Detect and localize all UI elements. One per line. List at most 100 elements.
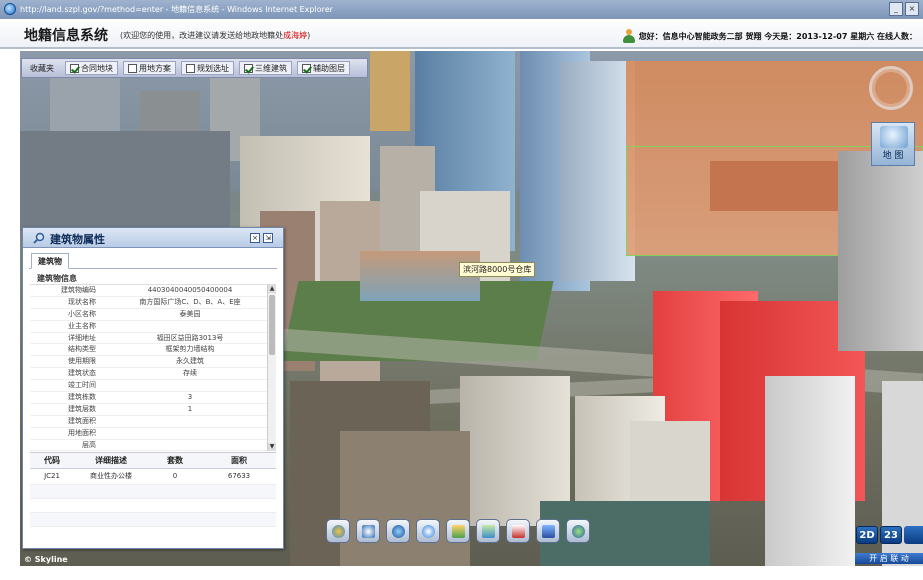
attribute-row[interactable]: 现状名称 南方国际广场C、D、B、A、E座 xyxy=(30,297,276,309)
attribute-key: 建筑状态 xyxy=(68,369,96,378)
tab-building[interactable]: 建筑物 xyxy=(31,253,69,269)
grid-header: 代码 详细描述 套数 面积 xyxy=(30,453,276,469)
attribute-key: 层高 xyxy=(82,440,96,449)
attribute-row[interactable]: 建筑物编码 4403040040050400004 xyxy=(30,285,276,297)
checkbox-unchecked-icon[interactable] xyxy=(186,63,195,73)
table-row xyxy=(30,513,276,527)
attribute-value: 南方国际广场C、D、B、A、E座 xyxy=(139,297,241,306)
map-feature-label[interactable]: 滨河路8000号仓库 xyxy=(459,262,536,277)
measure-icon xyxy=(392,525,405,538)
table-row[interactable]: JC21 商业性办公楼 0 67633 xyxy=(30,469,276,485)
panel-header[interactable]: 建筑物属性 × ⇲ xyxy=(23,228,283,248)
attribute-row[interactable]: 结构类型 框架剪力墙结构 xyxy=(30,344,276,357)
window-icon xyxy=(542,525,555,538)
attribute-row[interactable]: 详细地址 福田区益田路3013号 xyxy=(30,333,276,345)
attribute-scrollbar[interactable]: ▲ ▼ xyxy=(267,285,276,451)
basemap-button[interactable]: 地 图 xyxy=(871,122,915,166)
layer-label: 三维建筑 xyxy=(255,63,287,73)
panel-close-button[interactable]: × xyxy=(250,233,260,243)
layer-toggle-contract-parcels[interactable]: 合同地块 xyxy=(65,61,118,75)
2d-3d-view-button[interactable]: 23 xyxy=(880,526,902,544)
attribute-key: 竣工时间 xyxy=(68,381,96,390)
attribute-value: 福田区益田路3013号 xyxy=(156,333,224,342)
skyline-watermark: © Skyline xyxy=(24,555,68,564)
ie-logo-icon xyxy=(4,3,16,15)
panel-collapse-button[interactable]: ⇲ xyxy=(263,233,273,243)
tool-button[interactable] xyxy=(416,519,440,543)
attribute-row[interactable]: 层高 xyxy=(30,440,276,452)
layer-toggle-3d-buildings[interactable]: 三维建筑 xyxy=(239,61,292,75)
table-row xyxy=(30,485,276,499)
grid-col-area[interactable]: 面积 xyxy=(202,453,276,468)
checkbox-checked-icon[interactable] xyxy=(244,63,253,73)
cell-area: 67633 xyxy=(227,472,251,480)
scroll-up-icon[interactable]: ▲ xyxy=(268,285,276,293)
map-icon xyxy=(482,525,495,538)
tool-button[interactable] xyxy=(566,519,590,543)
grid-col-code[interactable]: 代码 xyxy=(30,453,74,468)
feedback-notice: (欢迎您的使用，改进建议请发送给地政地籍处成海婷) xyxy=(120,30,310,41)
layer-toggle-auxiliary[interactable]: 辅助图层 xyxy=(297,61,350,75)
checkbox-unchecked-icon[interactable] xyxy=(128,63,137,73)
app-header: 地籍信息系统 (欢迎您的使用，改进建议请发送给地政地籍处成海婷) 您好：信息中心… xyxy=(0,19,923,49)
attribute-key: 小区名称 xyxy=(68,309,96,318)
attribute-value xyxy=(104,416,276,427)
2d-view-button[interactable]: 2D xyxy=(856,526,878,544)
attribute-row[interactable]: 竣工时间 xyxy=(30,380,276,393)
globe-icon xyxy=(332,525,345,538)
tool-button[interactable] xyxy=(476,519,500,543)
checkbox-checked-icon[interactable] xyxy=(302,63,311,73)
usage-grid: 代码 详细描述 套数 面积 JC21 商业性办公楼 0 67633 xyxy=(30,452,276,527)
cell-desc: 商业性办公楼 xyxy=(90,472,132,480)
basemap-label: 地 图 xyxy=(882,151,904,161)
tool-button[interactable] xyxy=(446,519,470,543)
enable-link-button[interactable]: 开 启 联 动 xyxy=(855,553,923,564)
compass-navigation-icon[interactable] xyxy=(869,66,913,110)
feedback-contact-link[interactable]: 成海婷 xyxy=(283,31,307,40)
attribute-row[interactable]: 建筑面积 xyxy=(30,416,276,428)
tool-button[interactable] xyxy=(326,519,350,543)
3d-view-button[interactable] xyxy=(904,526,923,544)
window-title: http://land.szpl.gov/?method=enter - 地籍信… xyxy=(20,5,333,14)
user-icon xyxy=(622,29,636,43)
building xyxy=(838,151,923,351)
favorites-button[interactable]: 收藏夹 xyxy=(26,61,60,75)
attribute-row[interactable]: 业主名称 xyxy=(30,321,276,333)
tool-button[interactable] xyxy=(386,519,410,543)
table-row xyxy=(30,499,276,513)
layer-toggle-planning-site[interactable]: 规划选址 xyxy=(181,61,234,75)
grid-col-desc[interactable]: 详细描述 xyxy=(74,453,148,468)
notice-prefix: (欢迎您的使用，改进建议请发送给地政地籍处 xyxy=(120,31,284,40)
attribute-row[interactable]: 使用期限 永久建筑 xyxy=(30,356,276,369)
scroll-thumb[interactable] xyxy=(269,295,275,355)
layer-toggle-land-use-plan[interactable]: 用地方案 xyxy=(123,61,176,75)
layer-label: 合同地块 xyxy=(81,63,113,73)
layer-label: 辅助图层 xyxy=(313,63,345,73)
building xyxy=(370,51,410,131)
layer-toolbar: 收藏夹 合同地块 用地方案 规划选址 三维建筑 辅助图层 xyxy=(21,58,368,78)
tool-button[interactable] xyxy=(506,519,530,543)
minimize-button[interactable]: _ xyxy=(889,2,903,16)
attribute-value: 4403040040050400004 xyxy=(147,286,233,294)
attribute-row[interactable]: 小区名称 泰美园 xyxy=(30,309,276,321)
attribute-key: 建筑栋数 xyxy=(68,393,96,402)
attribute-value: 框架剪力墙结构 xyxy=(165,345,215,354)
attribute-key: 建筑层数 xyxy=(68,404,96,413)
attribute-table: 建筑物编码 4403040040050400004 现状名称 南方国际广场C、D、B、… xyxy=(30,284,276,452)
attribute-row[interactable]: 建筑层数 1 xyxy=(30,404,276,416)
notice-suffix: ) xyxy=(307,31,311,40)
attribute-row[interactable]: 建筑状态 存续 xyxy=(30,368,276,381)
checkbox-checked-icon[interactable] xyxy=(70,63,79,73)
close-button[interactable]: × xyxy=(905,2,919,16)
attribute-value xyxy=(104,428,276,439)
attribute-value: 存续 xyxy=(183,369,197,378)
north-arrow-icon xyxy=(362,525,375,538)
tool-button[interactable] xyxy=(356,519,380,543)
scroll-down-icon[interactable]: ▼ xyxy=(268,443,276,451)
attribute-row[interactable]: 用地面积 xyxy=(30,428,276,440)
app-title: 地籍信息系统 xyxy=(24,28,108,44)
search-icon xyxy=(33,232,45,244)
grid-col-units[interactable]: 套数 xyxy=(148,453,202,468)
tool-button[interactable] xyxy=(536,519,560,543)
attribute-row[interactable]: 建筑栋数 3 xyxy=(30,392,276,404)
